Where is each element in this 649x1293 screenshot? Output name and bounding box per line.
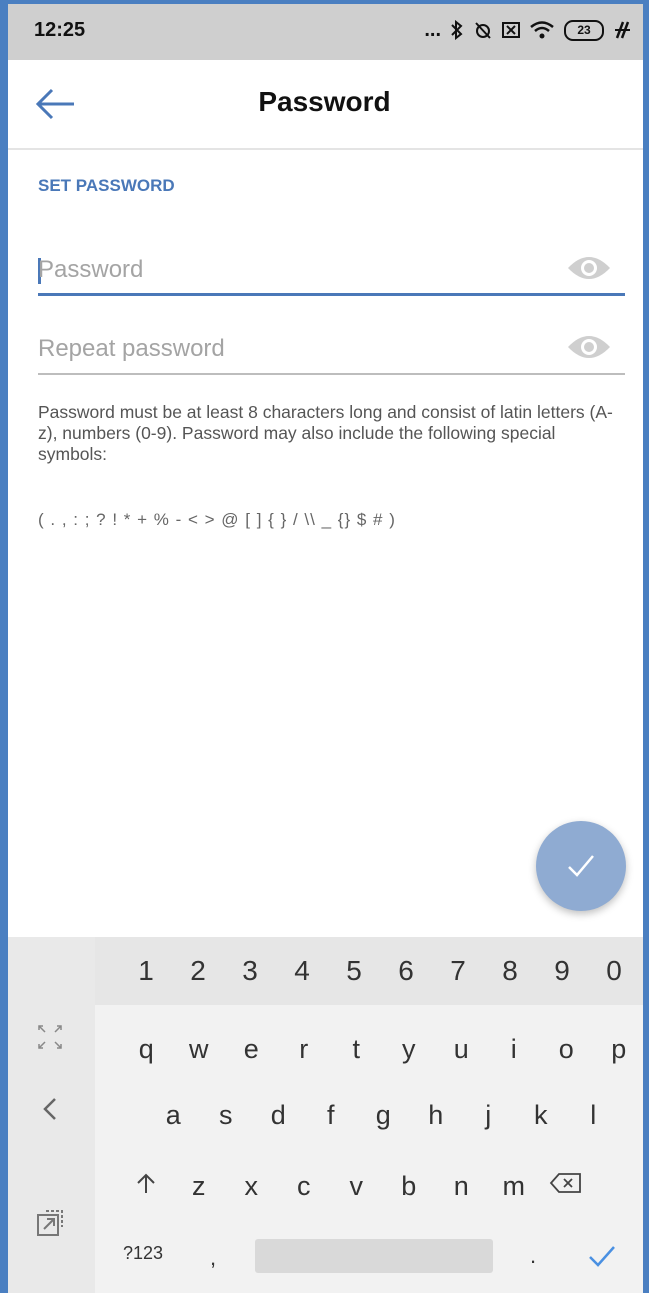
key-l[interactable]: l — [567, 1100, 620, 1131]
password-underline — [38, 293, 625, 296]
status-time: 12:25 — [34, 18, 86, 41]
battery-level: 23 — [577, 23, 591, 37]
key-b[interactable]: b — [383, 1171, 436, 1202]
key-z[interactable]: z — [173, 1171, 226, 1202]
key-2[interactable]: 2 — [172, 955, 224, 987]
key-g[interactable]: g — [357, 1100, 410, 1131]
key-s[interactable]: s — [200, 1100, 253, 1131]
app-bar: Password — [0, 60, 649, 150]
status-bar: 12:25 ... 23 — [0, 0, 649, 60]
key-p[interactable]: p — [593, 1034, 646, 1065]
key-8[interactable]: 8 — [484, 955, 536, 987]
backspace-icon[interactable] — [540, 1171, 593, 1202]
eye-icon[interactable] — [566, 331, 612, 363]
clipboard-icon[interactable] — [30, 1205, 70, 1241]
password-hint: Password must be at least 8 characters l… — [38, 402, 613, 464]
key-0[interactable]: 0 — [588, 955, 640, 987]
keyboard-side-panel — [0, 937, 95, 1293]
charging-icon — [615, 21, 630, 39]
key-a[interactable]: a — [147, 1100, 200, 1131]
sim-off-icon — [502, 22, 520, 38]
wifi-icon — [530, 21, 554, 39]
key-c[interactable]: c — [278, 1171, 331, 1202]
key-q[interactable]: q — [120, 1034, 173, 1065]
collapse-left-icon[interactable] — [30, 1091, 70, 1127]
bluetooth-icon — [451, 20, 463, 40]
page-title: Password — [258, 86, 391, 117]
key-d[interactable]: d — [252, 1100, 305, 1131]
comma-key[interactable]: , — [210, 1245, 216, 1271]
key-h[interactable]: h — [410, 1100, 463, 1131]
more-dots-icon: ... — [424, 18, 441, 41]
key-7[interactable]: 7 — [432, 955, 484, 987]
battery-icon: 23 — [564, 19, 604, 41]
key-5[interactable]: 5 — [328, 955, 380, 987]
resize-icon[interactable] — [30, 1019, 70, 1055]
eye-icon[interactable] — [566, 252, 612, 284]
key-1[interactable]: 1 — [120, 955, 172, 987]
enter-key[interactable] — [585, 1241, 619, 1271]
key-k[interactable]: k — [515, 1100, 568, 1131]
symbols-key[interactable]: ?123 — [123, 1243, 163, 1264]
check-icon — [589, 1246, 615, 1267]
key-i[interactable]: i — [488, 1034, 541, 1065]
key-n[interactable]: n — [435, 1171, 488, 1202]
section-label: SET PASSWORD — [38, 176, 175, 195]
confirm-button[interactable] — [536, 821, 626, 911]
keyboard-row-3: zxcvbnm — [95, 1153, 649, 1219]
key-v[interactable]: v — [330, 1171, 383, 1202]
password-placeholder: Password — [38, 256, 144, 283]
special-symbols: ( . , : ; ? ! * + % - < > @ [ ] { } / \\… — [38, 510, 396, 529]
keyboard-number-row: 1234567890 — [95, 937, 649, 1005]
password-field[interactable]: Password — [38, 246, 625, 296]
key-x[interactable]: x — [225, 1171, 278, 1202]
keyboard-row-1: qwertyuiop — [95, 1016, 649, 1082]
keyboard-row-2: asdfghjkl — [95, 1082, 649, 1148]
key-4[interactable]: 4 — [276, 955, 328, 987]
check-icon — [568, 855, 594, 877]
key-r[interactable]: r — [278, 1034, 331, 1065]
shift-up-arrow-icon[interactable] — [120, 1171, 173, 1202]
soft-keyboard: 1234567890 qwertyuiop asdfghjkl zxcvbnm … — [0, 937, 649, 1293]
space-bar[interactable] — [255, 1239, 493, 1273]
repeat-password-field[interactable]: Repeat password — [38, 325, 625, 375]
key-f[interactable]: f — [305, 1100, 358, 1131]
key-m[interactable]: m — [488, 1171, 541, 1202]
key-3[interactable]: 3 — [224, 955, 276, 987]
key-9[interactable]: 9 — [536, 955, 588, 987]
key-w[interactable]: w — [173, 1034, 226, 1065]
alarm-off-icon — [475, 22, 491, 39]
key-o[interactable]: o — [540, 1034, 593, 1065]
key-y[interactable]: y — [383, 1034, 436, 1065]
status-icons: ... 23 — [424, 19, 631, 42]
repeat-password-underline — [38, 373, 625, 375]
key-6[interactable]: 6 — [380, 955, 432, 987]
key-j[interactable]: j — [462, 1100, 515, 1131]
period-key[interactable]: . — [530, 1243, 536, 1269]
key-e[interactable]: e — [225, 1034, 278, 1065]
key-t[interactable]: t — [330, 1034, 383, 1065]
repeat-password-placeholder: Repeat password — [38, 335, 225, 362]
key-u[interactable]: u — [435, 1034, 488, 1065]
